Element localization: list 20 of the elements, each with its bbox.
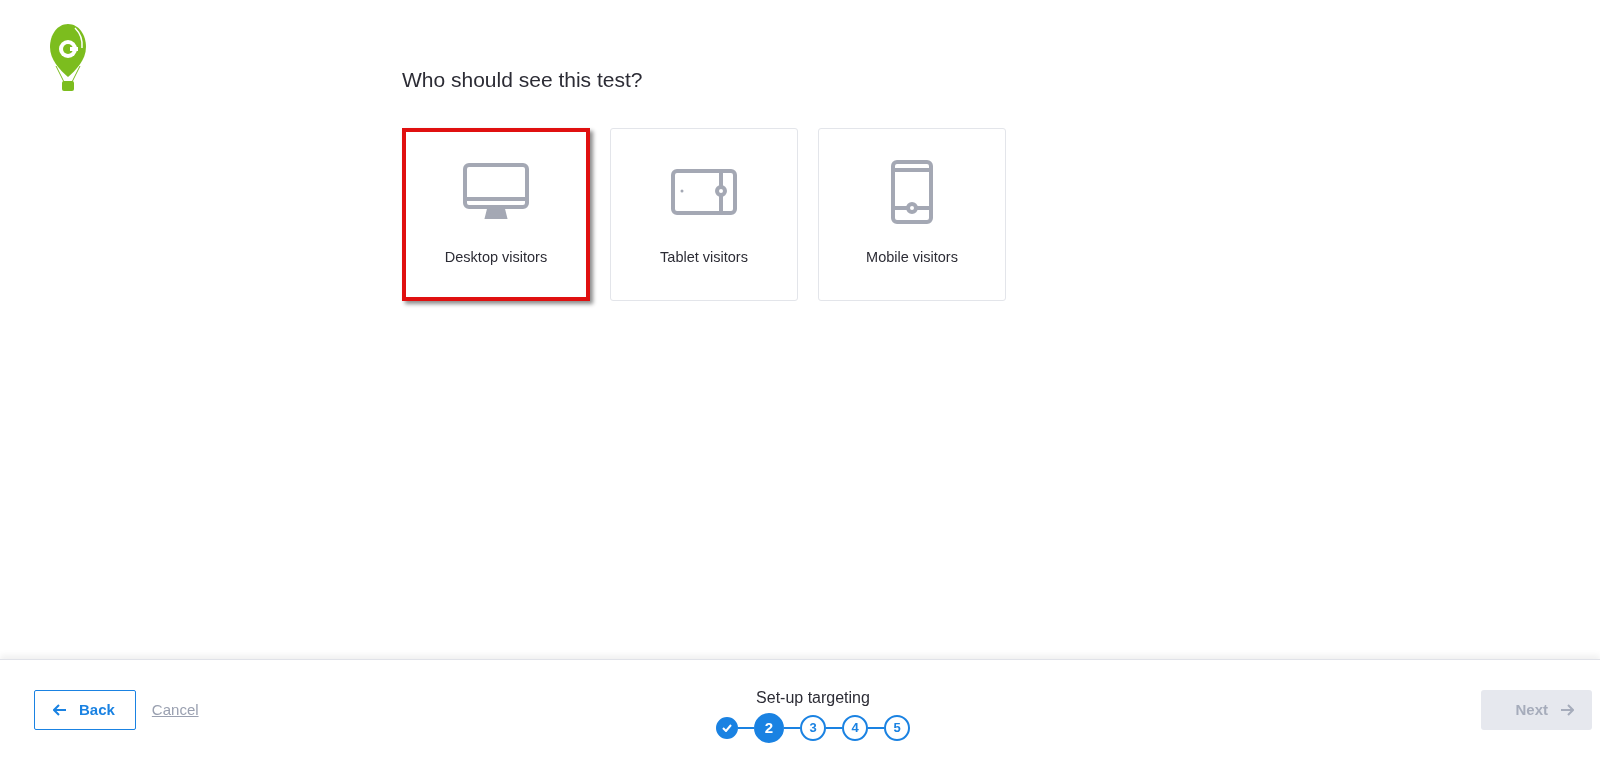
option-label: Mobile visitors [866, 249, 958, 265]
check-icon [722, 723, 732, 732]
balloon-logo-icon [48, 22, 88, 94]
question-heading: Who should see this test? [402, 68, 644, 92]
option-label: Desktop visitors [444, 249, 548, 265]
option-label: Tablet visitors [660, 249, 748, 265]
step-title: Set-up targeting [756, 688, 870, 707]
smartphone-icon [891, 160, 933, 224]
tablet-icon [671, 169, 737, 215]
step-number: 4 [842, 714, 868, 741]
device-option-card[interactable]: Tablet visitors [610, 128, 798, 301]
step-number: 2 [754, 712, 784, 743]
device-option-card[interactable]: Desktop visitors [402, 128, 590, 301]
back-button[interactable]: Back [34, 689, 136, 730]
step-number: 3 [800, 714, 826, 741]
right-arrow-icon [1560, 703, 1574, 716]
step-number: 5 [884, 714, 910, 741]
left-arrow-icon [53, 703, 67, 716]
device-option-card[interactable]: Mobile visitors [818, 128, 1006, 301]
monitor-icon [463, 163, 529, 221]
